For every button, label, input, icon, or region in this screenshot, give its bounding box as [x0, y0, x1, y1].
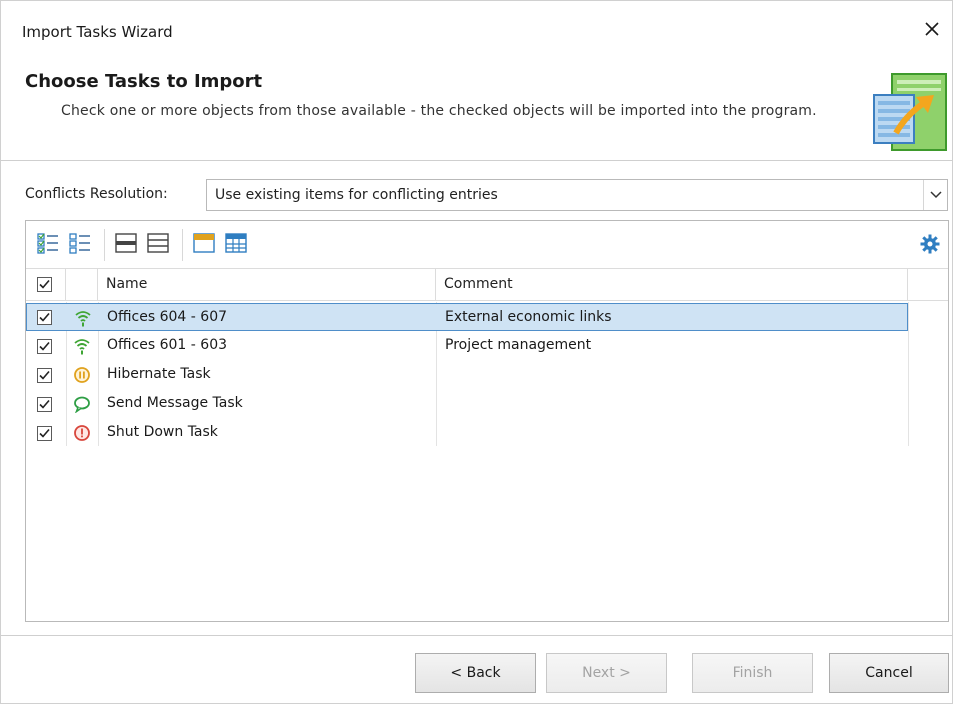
show-header-icon [193, 233, 215, 253]
wifi-icon [73, 337, 91, 355]
column-divider [908, 302, 909, 446]
gear-icon [920, 234, 940, 254]
header-check-cell[interactable] [26, 269, 66, 300]
next-button[interactable]: Next > [546, 653, 667, 693]
checkmark-icon [39, 312, 50, 322]
row-checkbox[interactable] [37, 310, 52, 325]
checkmark-icon [39, 279, 50, 289]
uncheck-all-icon [69, 233, 90, 254]
table-row[interactable]: Offices 604 - 607 External economic link… [26, 303, 908, 331]
dropdown-button[interactable] [923, 180, 947, 210]
import-tasks-wizard-window: Import Tasks Wizard Choose Tasks to Impo… [0, 0, 953, 704]
wifi-icon [74, 309, 92, 327]
close-button[interactable] [916, 13, 948, 45]
window-title: Import Tasks Wizard [22, 23, 173, 41]
row-name: Offices 601 - 603 [107, 337, 228, 353]
row-comment: External economic links [445, 309, 612, 325]
tasks-grid-panel: Name Comment Offices 604 - 607 External … [25, 220, 949, 622]
title-bar: Import Tasks Wizard [1, 1, 953, 61]
grid-header: Name Comment [26, 268, 948, 301]
table-row[interactable]: Hibernate Task [26, 361, 908, 389]
table-row[interactable]: Send Message Task [26, 390, 908, 418]
toolbar-separator [182, 229, 183, 261]
finish-button[interactable]: Finish [692, 653, 813, 693]
conflicts-resolution-select[interactable]: Use existing items for conflicting entri… [206, 179, 948, 211]
expand-rows-icon [115, 233, 137, 253]
row-checkbox[interactable] [37, 426, 52, 441]
pause-icon [73, 366, 91, 384]
back-button[interactable]: < Back [415, 653, 536, 693]
header-divider [1, 160, 953, 161]
row-comment: Project management [445, 337, 592, 353]
collapse-rows-button[interactable] [146, 231, 170, 255]
page-description: Check one or more objects from those ava… [61, 103, 817, 119]
row-checkbox[interactable] [37, 368, 52, 383]
show-grid-button[interactable] [224, 231, 248, 255]
conflicts-resolution-value: Use existing items for conflicting entri… [215, 187, 498, 203]
show-grid-icon [225, 233, 247, 253]
column-header-comment[interactable]: Comment [436, 269, 908, 300]
show-header-button[interactable] [192, 231, 216, 255]
table-row[interactable]: Shut Down Task [26, 419, 908, 447]
select-all-checkbox[interactable] [37, 277, 52, 292]
column-header-name-label: Name [106, 276, 148, 292]
checkmark-icon [39, 341, 50, 351]
collapse-rows-icon [147, 233, 169, 253]
message-icon [73, 395, 91, 413]
uncheck-all-button[interactable] [68, 231, 92, 255]
row-name: Shut Down Task [107, 424, 218, 440]
grid-toolbar [26, 221, 948, 267]
row-checkbox[interactable] [37, 339, 52, 354]
row-name: Hibernate Task [107, 366, 211, 382]
page-title: Choose Tasks to Import [25, 71, 263, 92]
footer-divider [1, 635, 953, 636]
power-icon [73, 424, 91, 442]
conflicts-resolution-label: Conflicts Resolution: [25, 186, 168, 202]
row-name: Send Message Task [107, 395, 243, 411]
checkmark-icon [39, 428, 50, 438]
grid-settings-button[interactable] [918, 232, 942, 256]
expand-rows-button[interactable] [114, 231, 138, 255]
check-all-icon [37, 233, 58, 254]
header-icon-cell [66, 269, 98, 300]
row-name: Offices 604 - 607 [107, 309, 228, 325]
column-header-name[interactable]: Name [98, 269, 436, 300]
checkmark-icon [39, 370, 50, 380]
chevron-down-icon [929, 191, 942, 199]
check-all-button[interactable] [36, 231, 60, 255]
close-icon [925, 22, 939, 36]
cancel-button[interactable]: Cancel [829, 653, 949, 693]
checkmark-icon [39, 399, 50, 409]
column-header-comment-label: Comment [444, 276, 513, 292]
table-row[interactable]: Offices 601 - 603 Project management [26, 332, 908, 360]
row-checkbox[interactable] [37, 397, 52, 412]
toolbar-separator [104, 229, 105, 261]
import-spreadsheet-arrow-icon [872, 73, 948, 151]
